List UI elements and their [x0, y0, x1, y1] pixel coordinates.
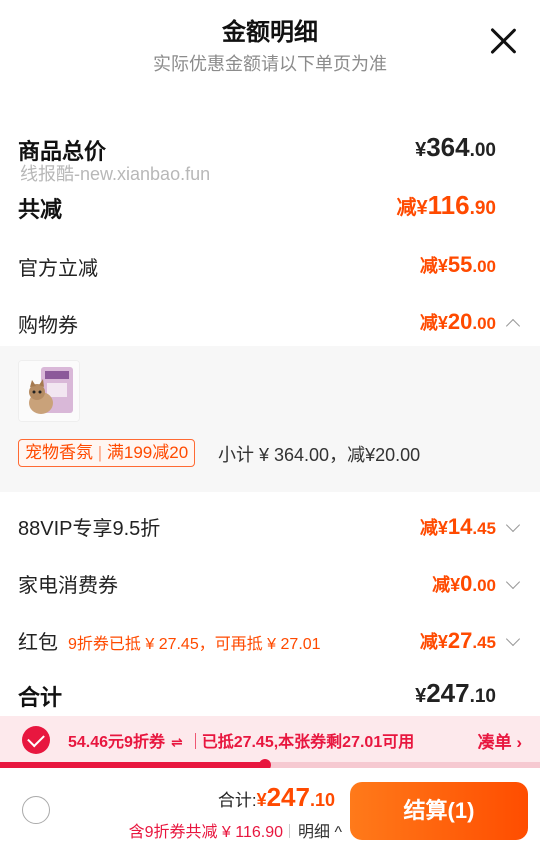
amount-decimal: .00: [472, 257, 496, 276]
amount-integer: 20: [447, 309, 473, 334]
divider: [289, 824, 291, 838]
coupon-detail-panel: 宠物香氛 | 满199减20 小计 ¥ 364.00，减¥20.00: [0, 346, 540, 492]
official-reduction-label: 官方立减: [18, 258, 98, 280]
vip-discount-value: 减¥14.45: [420, 514, 496, 540]
select-all-checkbox[interactable]: [22, 796, 50, 824]
red-envelope-label: 红包: [18, 632, 58, 654]
footer-total: 合计:¥247.10: [218, 782, 335, 813]
amount-decimal: .10: [469, 686, 496, 707]
footer-total-amount: ¥247.10: [256, 782, 335, 812]
amount-integer: 0: [460, 571, 473, 596]
add-on-link[interactable]: 凑单 ›: [478, 728, 522, 753]
reduce-prefix: 减¥: [419, 256, 448, 276]
amount-integer: 364: [426, 132, 470, 162]
chevron-down-icon[interactable]: [505, 517, 521, 533]
official-reduction-value: 减¥55.00: [420, 252, 496, 278]
coupon-tag: 宠物香氛 | 满199减20: [18, 439, 196, 467]
red-envelope-label-wrap: 红包 9折券已抵 ¥ 27.45，可再抵 ¥ 27.01: [18, 626, 321, 655]
coupon-subtotal: 小计 ¥ 364.00，减¥20.00: [218, 445, 421, 465]
appliance-coupon-value: 减¥0.00: [432, 571, 496, 597]
checkout-button[interactable]: 结算(1): [350, 782, 528, 840]
chevron-down-icon[interactable]: [505, 574, 521, 590]
amount-decimal: .00: [472, 576, 496, 595]
coupon-tag-rule: 满199减20: [106, 443, 189, 462]
header: 金额明细 实际优惠金额请以下单页为准: [0, 0, 540, 90]
amount-decimal: .00: [469, 140, 496, 161]
total-reduction-row: 共减 减¥116.90: [0, 190, 540, 230]
amount-decimal: .45: [472, 633, 496, 652]
shopping-coupon-label: 购物券: [18, 315, 78, 337]
promo-status: 已抵27.45,本张券剩27.01可用: [201, 734, 415, 751]
reduce-prefix: 减¥: [432, 575, 461, 595]
reduce-prefix: 减¥: [419, 313, 448, 333]
shopping-coupon-value: 减¥20.00: [420, 309, 496, 335]
page-subtitle: 实际优惠金额请以下单页为准: [153, 54, 387, 74]
reduce-prefix: 减¥: [419, 632, 448, 652]
amount-integer: 55: [447, 252, 473, 277]
coupon-promo-bar: 54.46元9折券 ⇌ 已抵27.45,本张券剩27.01可用 凑单 ›: [0, 716, 540, 762]
amount-integer: 247: [266, 782, 310, 812]
total-reduction-value: 减¥116.90: [397, 190, 497, 221]
vip-discount-label: 88VIP专享9.5折: [18, 518, 161, 540]
chevron-down-icon[interactable]: [505, 631, 521, 647]
checkbox-checked-icon[interactable]: [22, 726, 50, 754]
footer-total-label: 合计:: [217, 791, 257, 810]
detail-toggle[interactable]: 明细 ^: [298, 824, 342, 841]
amount-decimal: .90: [469, 198, 496, 219]
tag-separator: |: [93, 443, 107, 462]
vip-discount-row[interactable]: 88VIP专享9.5折 减¥14.45: [0, 508, 540, 544]
promo-coupon: 54.46元9折券: [68, 734, 165, 751]
promo-divider: [194, 733, 196, 749]
reduce-prefix: 减¥: [419, 518, 448, 538]
page-title: 金额明细: [222, 19, 318, 46]
product-thumbnail[interactable]: [18, 360, 80, 422]
close-icon[interactable]: [488, 26, 518, 56]
shopping-coupon-row[interactable]: 购物券 减¥20.00: [0, 305, 540, 341]
grand-total-row: 合计 ¥247.10: [0, 676, 540, 716]
coupon-tag-name: 宠物香氛: [25, 443, 93, 462]
grand-total-value: ¥247.10: [415, 678, 496, 709]
goods-total-value: ¥364.00: [415, 132, 496, 163]
appliance-coupon-label: 家电消费券: [18, 575, 118, 597]
promo-text: 54.46元9折券 ⇌ 已抵27.45,本张券剩27.01可用: [68, 728, 414, 752]
yen-symbol: ¥: [415, 685, 427, 707]
red-envelope-row[interactable]: 红包 9折券已抵 ¥ 27.45，可再抵 ¥ 27.01 减¥27.45: [0, 622, 540, 658]
swap-icon[interactable]: ⇌: [171, 734, 183, 751]
red-envelope-note: 9折券已抵 ¥ 27.45，可再抵 ¥ 27.01: [68, 636, 321, 653]
chevron-up-icon[interactable]: [505, 318, 521, 334]
footer-discount: 含9折券共减 ¥ 116.90 明细 ^: [129, 818, 342, 842]
amount-integer: 27: [447, 628, 473, 653]
official-reduction-row: 官方立减 减¥55.00: [0, 248, 540, 284]
amount-decimal: .00: [472, 314, 496, 333]
total-reduction-label: 共减: [18, 197, 63, 222]
yen-symbol: ¥: [415, 139, 427, 161]
reduce-prefix: 减¥: [396, 197, 428, 219]
grand-total-label: 合计: [18, 685, 63, 710]
amount-integer: 116: [427, 190, 470, 220]
appliance-coupon-row[interactable]: 家电消费券 减¥0.00: [0, 565, 540, 601]
amount-integer: 247: [426, 678, 470, 708]
amount-decimal: .10: [309, 790, 335, 810]
amount-integer: 14: [447, 514, 473, 539]
footer: 合计:¥247.10 含9折券共减 ¥ 116.90 明细 ^ 结算(1): [0, 768, 540, 851]
amount-decimal: .45: [472, 519, 496, 538]
red-envelope-value: 减¥27.45: [420, 628, 496, 654]
footer-discount-text: 含9折券共减 ¥ 116.90: [128, 824, 284, 841]
yen-symbol: ¥: [256, 790, 267, 810]
watermark: 线报酷-new.xianbao.fun: [20, 164, 211, 184]
